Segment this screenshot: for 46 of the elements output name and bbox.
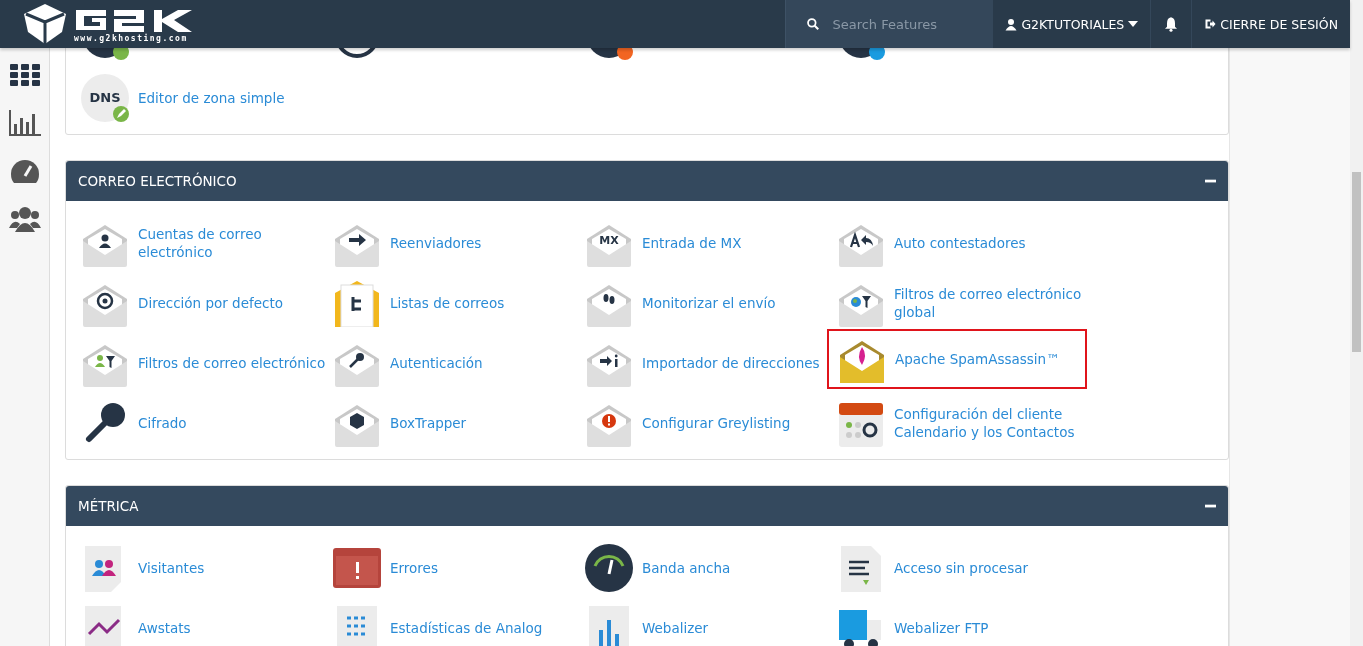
section-title: MÉTRICA (78, 498, 139, 514)
feature-link[interactable]: Configurar Greylisting (585, 399, 837, 447)
logo-url: www.g2khosting.com (74, 33, 188, 43)
mailing-list-icon (333, 279, 381, 327)
bell-icon (1163, 16, 1180, 32)
feature-link[interactable]: Errores (333, 544, 585, 592)
pencil-badge-icon (113, 106, 129, 122)
bar-chart-icon (8, 110, 41, 136)
section-title: CORREO ELECTRÓNICO (78, 173, 237, 189)
feature-link[interactable]: Filtros de correo electrónico (81, 339, 333, 387)
feature-link[interactable]: Cifrado (81, 399, 333, 447)
grid-icon (9, 64, 40, 86)
gauge-icon (585, 544, 633, 592)
feature-link[interactable]: Auto contestadores (837, 219, 1089, 267)
feature-link[interactable]: Reenviadores (333, 219, 585, 267)
logout-icon (1204, 18, 1217, 30)
feature-link[interactable]: Banda ancha (585, 544, 837, 592)
mx-icon-text: MX (599, 234, 619, 247)
badge-icon (617, 48, 633, 60)
feature-link[interactable]: Webalizer (585, 604, 837, 646)
feature-link[interactable]: Acceso sin procesar (837, 544, 1089, 592)
feature-link[interactable]: Autenticación (333, 339, 585, 387)
gauge-icon (9, 158, 40, 184)
search-field[interactable]: Search Features (830, 15, 945, 33)
user-icon (1005, 17, 1018, 31)
feature-link[interactable]: Configuración del cliente Calendario y los Contactos (837, 399, 1089, 447)
search-icon (806, 17, 821, 31)
feature-link[interactable]: Visitantes (81, 544, 333, 592)
badge-icon (113, 48, 129, 60)
feature-link[interactable]: Cuentas de correo electrónico (81, 219, 333, 267)
feature-link[interactable]: Dirección por defecto (81, 279, 333, 327)
feature-link[interactable]: MX Entrada de MX (585, 219, 837, 267)
feature-link[interactable]: BoxTrapper (333, 399, 585, 447)
feature-link[interactable]: Monitorizar el envío (585, 279, 837, 327)
feature-link[interactable]: Webalizer FTP (837, 604, 1089, 646)
feature-link[interactable]: Listas de correos (333, 279, 585, 327)
users-icon (8, 206, 41, 232)
scrollbar[interactable] (1350, 0, 1363, 646)
caret-icon (1128, 21, 1139, 27)
feature-link[interactable]: DNS Editor de zona simple (81, 74, 333, 122)
dns-icon-text: DNS (89, 90, 121, 105)
badge-icon (869, 48, 885, 60)
feature-link[interactable]: Apache SpamAssassin™ (827, 329, 1087, 389)
feature-link[interactable]: Filtros de correo electrónico global (837, 279, 1089, 327)
feature-link[interactable]: Awstats (81, 604, 333, 646)
feature-link[interactable]: Estadísticas de Analog (333, 604, 585, 646)
